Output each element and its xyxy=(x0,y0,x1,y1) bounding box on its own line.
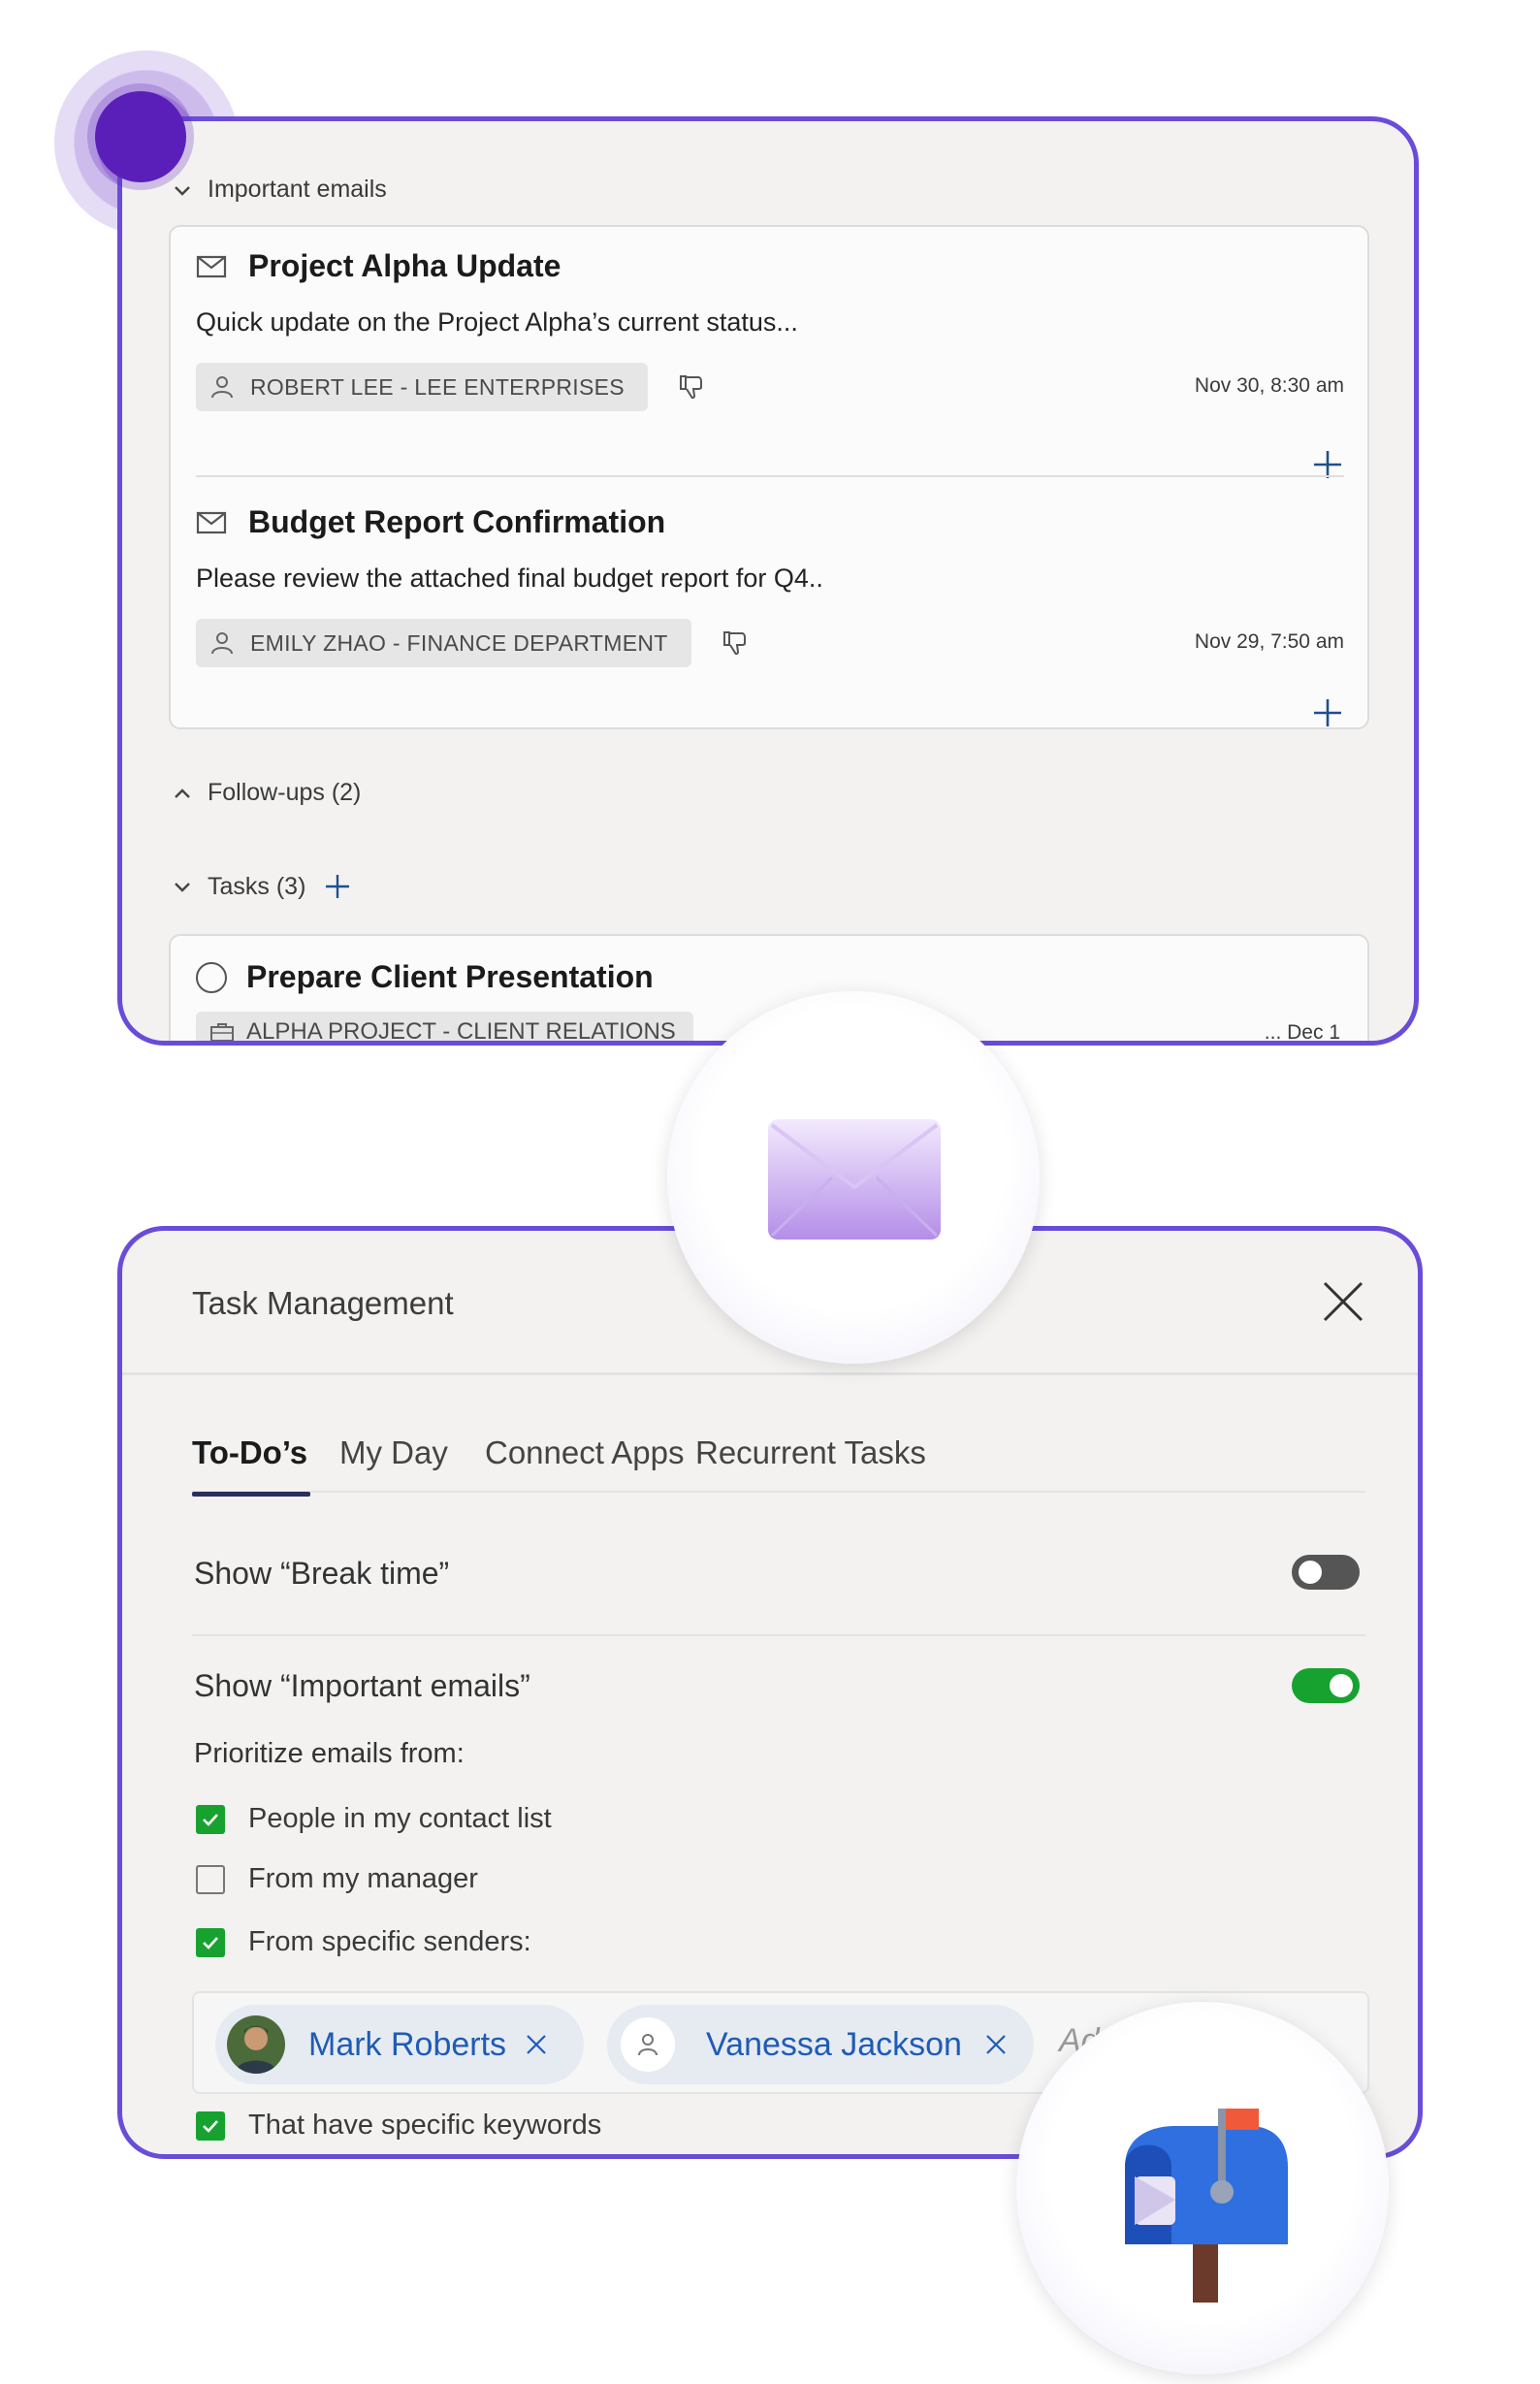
followups-header[interactable]: Follow-ups (2) xyxy=(169,779,361,807)
email-snippet: Quick update on the Project Alpha’s curr… xyxy=(196,307,798,337)
tab-label: Connect Apps xyxy=(485,1434,685,1470)
email-date: Nov 30, 8:30 am xyxy=(1194,374,1344,397)
check-icon xyxy=(203,1936,218,1949)
settings-divider xyxy=(192,1634,1365,1636)
close-icon xyxy=(1323,1281,1364,1322)
sender-tag-name: Mark Roberts xyxy=(308,2025,507,2063)
sender-chip[interactable]: EMILY ZHAO - FINANCE DEPARTMENT xyxy=(196,619,691,667)
envelope-bubble xyxy=(667,991,1040,1364)
person-icon xyxy=(621,2017,675,2072)
email-date: Nov 29, 7:50 am xyxy=(1194,630,1344,653)
chevron-up-icon xyxy=(169,780,196,807)
avatar xyxy=(227,2015,285,2074)
break-time-label: Show “Break time” xyxy=(194,1556,450,1591)
important-emails-card: Important emails Project Alpha Update Qu… xyxy=(117,116,1419,1046)
task-title: Prepare Client Presentation xyxy=(246,959,654,994)
plus-icon xyxy=(1314,699,1341,726)
option-label: That have specific keywords xyxy=(248,2110,602,2141)
thumbs-down-icon[interactable] xyxy=(677,372,706,402)
important-emails-setting-label: Show “Important emails” xyxy=(194,1668,530,1703)
check-icon xyxy=(203,1813,218,1826)
tab-label: To-Do’s xyxy=(192,1434,308,1470)
tab-my-day[interactable]: My Day xyxy=(339,1434,448,1493)
important-emails-header[interactable]: Important emails xyxy=(169,176,387,204)
followups-label: Follow-ups (2) xyxy=(208,779,362,806)
person-icon xyxy=(211,632,233,655)
sender-tag[interactable]: Mark Roberts xyxy=(215,2005,584,2084)
close-button[interactable] xyxy=(1321,1279,1365,1324)
project-name: ALPHA PROJECT - CLIENT RELATIONS xyxy=(246,1018,676,1045)
connector-line xyxy=(1009,1130,1364,1140)
task-date: ... Dec 1 xyxy=(1264,1021,1340,1044)
mailbox-bubble xyxy=(1016,2002,1389,2374)
add-email-task-button[interactable] xyxy=(1311,696,1344,729)
toggle-knob xyxy=(1299,1561,1322,1584)
prioritize-label: Prioritize emails from: xyxy=(194,1738,465,1769)
mail-icon xyxy=(196,255,227,277)
checkbox[interactable] xyxy=(196,1804,225,1834)
tab-todos[interactable]: To-Do’s xyxy=(192,1434,310,1497)
briefcase-icon xyxy=(210,1023,234,1041)
task-complete-radio[interactable] xyxy=(196,961,227,993)
mail-icon xyxy=(196,511,227,533)
option-label: From specific senders: xyxy=(248,1926,531,1957)
option-label: From my manager xyxy=(248,1863,478,1894)
sender-name: ROBERT LEE - LEE ENTERPRISES xyxy=(250,373,625,400)
email-snippet: Please review the attached final budget … xyxy=(196,564,823,593)
sender-tag-name: Vanessa Jackson xyxy=(706,2025,962,2063)
email-item[interactable]: Budget Report Confirmation Please review… xyxy=(196,504,1344,726)
checkbox[interactable] xyxy=(196,1927,225,1957)
remove-sender-icon[interactable] xyxy=(983,2032,1009,2057)
person-icon xyxy=(211,376,233,399)
break-time-toggle[interactable] xyxy=(1292,1555,1360,1590)
envelope-3d-icon xyxy=(768,1119,941,1240)
option-manager[interactable]: From my manager xyxy=(196,1863,478,1895)
add-task-icon[interactable] xyxy=(323,872,352,901)
decorative-dot xyxy=(95,91,186,182)
tasks-label: Tasks (3) xyxy=(208,872,306,900)
tab-label: My Day xyxy=(339,1434,448,1470)
email-subject: Budget Report Confirmation xyxy=(248,504,666,539)
check-icon xyxy=(203,2119,218,2133)
header-divider xyxy=(122,1372,1418,1375)
option-label: People in my contact list xyxy=(248,1803,552,1834)
remove-sender-icon[interactable] xyxy=(524,2032,549,2057)
toggle-knob xyxy=(1330,1674,1353,1697)
email-list: Project Alpha Update Quick update on the… xyxy=(169,225,1369,729)
important-emails-label: Important emails xyxy=(208,176,387,203)
tab-recurrent-tasks[interactable]: Recurrent Tasks xyxy=(695,1434,926,1493)
panel-title: Task Management xyxy=(192,1285,454,1321)
option-contact-list[interactable]: People in my contact list xyxy=(196,1803,552,1835)
email-subject: Project Alpha Update xyxy=(248,248,561,283)
email-divider xyxy=(196,475,1344,477)
sender-name: EMILY ZHAO - FINANCE DEPARTMENT xyxy=(250,629,668,656)
checkbox[interactable] xyxy=(196,2110,225,2141)
option-specific-senders[interactable]: From specific senders: xyxy=(196,1926,531,1958)
tasks-header[interactable]: Tasks (3) xyxy=(169,872,352,901)
thumbs-down-icon[interactable] xyxy=(721,628,750,658)
mailbox-3d-icon xyxy=(1125,2109,1288,2303)
sender-tag[interactable]: Vanessa Jackson xyxy=(607,2005,1034,2084)
tab-label: Recurrent Tasks xyxy=(695,1434,926,1470)
checkbox[interactable] xyxy=(196,1864,225,1894)
chevron-down-icon xyxy=(169,873,196,900)
project-chip[interactable]: ALPHA PROJECT - CLIENT RELATIONS xyxy=(196,1012,693,1045)
important-emails-toggle[interactable] xyxy=(1292,1668,1360,1703)
active-tab-indicator xyxy=(192,1492,310,1497)
email-item[interactable]: Project Alpha Update Quick update on the… xyxy=(196,248,1344,478)
option-keywords[interactable]: That have specific keywords xyxy=(196,2110,601,2142)
tab-bar: To-Do’s My Day Connect Apps Recurrent Ta… xyxy=(192,1434,1365,1497)
tab-connect-apps[interactable]: Connect Apps xyxy=(485,1434,684,1493)
sender-chip[interactable]: ROBERT LEE - LEE ENTERPRISES xyxy=(196,363,648,411)
chevron-down-icon xyxy=(169,177,196,204)
